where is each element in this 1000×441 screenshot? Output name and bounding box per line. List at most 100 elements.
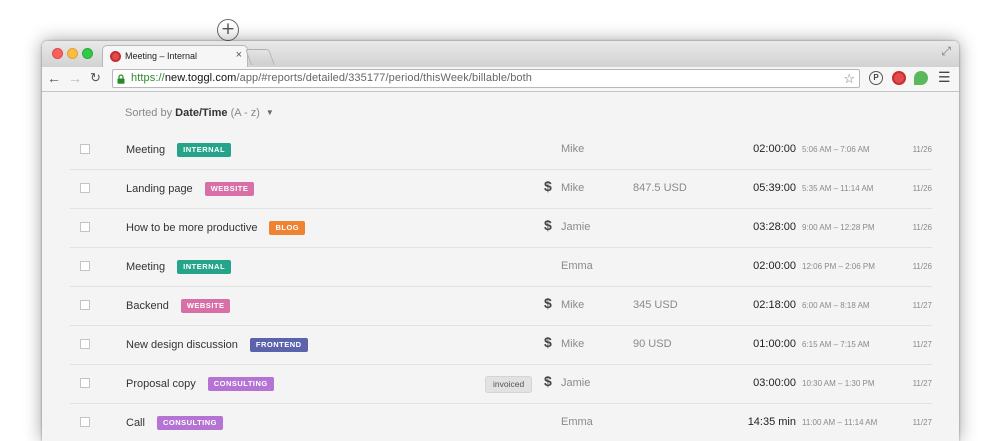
sort-order: (A - z) xyxy=(227,107,260,119)
entry-time-range: 10:30 AM – 1:30 PM xyxy=(802,379,875,388)
sort-prefix: Sorted by xyxy=(125,107,176,119)
project-tag[interactable]: FRONTEND xyxy=(249,338,308,352)
row-checkbox[interactable] xyxy=(80,261,90,271)
window-minimize-button[interactable] xyxy=(67,48,78,59)
project-tag[interactable]: INTERNAL xyxy=(177,143,232,157)
window-maximize-button[interactable] xyxy=(82,48,93,59)
description-text: New design discussion xyxy=(126,339,238,351)
entry-time-range: 5:35 AM – 11:14 AM xyxy=(802,184,874,193)
bookmark-star-icon[interactable]: ☆ xyxy=(843,71,855,87)
entry-time-range: 6:00 AM – 8:18 AM xyxy=(802,301,870,310)
row-checkbox[interactable] xyxy=(80,144,90,154)
entry-user: Emma xyxy=(561,416,593,428)
entry-description[interactable]: Backend WEBSITE xyxy=(126,299,231,313)
address-bar[interactable]: https://new.toggl.com/app/#reports/detai… xyxy=(112,69,860,88)
table-row[interactable]: Landing page WEBSITE $ Mike 847.5 USD 05:39:0… xyxy=(70,169,932,209)
pocket-extension-icon[interactable]: P xyxy=(869,71,883,85)
entry-description[interactable]: New design discussion FRONTEND xyxy=(126,338,308,352)
entry-time-range: 11:00 AM – 11:14 AM xyxy=(802,418,878,427)
entry-description[interactable]: Meeting INTERNAL xyxy=(126,143,232,157)
entry-duration: 14:35 min xyxy=(747,416,796,428)
chevron-down-icon: ▼ xyxy=(265,108,274,117)
tab-close-icon[interactable]: × xyxy=(236,49,242,62)
table-row[interactable]: How to be more productive BLOG $ Jamie 03:28… xyxy=(70,208,932,248)
entry-date: 11/27 xyxy=(912,418,932,427)
table-row[interactable]: Meeting INTERNAL Mike 02:00:00 5:06 AM – 7:0… xyxy=(70,130,932,170)
entry-user: Mike xyxy=(561,143,585,155)
tab-title: Meeting – Internal xyxy=(125,51,198,61)
entry-duration: 02:00:00 xyxy=(753,260,796,272)
toggl-favicon-icon xyxy=(110,51,121,62)
window-close-button[interactable] xyxy=(52,48,63,59)
table-row[interactable]: Backend WEBSITE $ Mike 345 USD 02:18:00 6:00 A… xyxy=(70,286,932,326)
project-tag[interactable]: WEBSITE xyxy=(204,182,255,196)
row-checkbox[interactable] xyxy=(80,417,90,427)
entry-date: 11/26 xyxy=(912,262,932,271)
menu-hamburger-icon[interactable]: ☰ xyxy=(938,69,951,86)
project-tag[interactable]: BLOG xyxy=(269,221,306,235)
fullscreen-icon[interactable]: ⤢ xyxy=(941,44,951,59)
entry-description[interactable]: Call CONSULTING xyxy=(126,416,223,430)
billable-dollar-icon[interactable]: $ xyxy=(544,334,552,350)
billable-dollar-icon[interactable]: $ xyxy=(544,217,552,233)
row-checkbox[interactable] xyxy=(80,300,90,310)
row-checkbox[interactable] xyxy=(80,222,90,232)
reload-icon[interactable]: ↻ xyxy=(90,70,101,86)
entry-user: Mike xyxy=(561,182,585,194)
entry-time-range: 6:15 AM – 7:15 AM xyxy=(802,340,870,349)
entry-amount: 345 USD xyxy=(633,299,678,311)
billable-dollar-icon[interactable]: $ xyxy=(544,373,552,389)
description-text: Landing page xyxy=(126,183,193,195)
entry-description[interactable]: How to be more productive BLOG xyxy=(126,221,306,235)
table-row[interactable]: Call CONSULTING Emma 14:35 min 11:00 AM – 11… xyxy=(70,403,932,441)
entry-date: 11/27 xyxy=(912,340,932,349)
entry-time-range: 12:06 PM – 2:06 PM xyxy=(802,262,875,271)
entry-duration: 02:00:00 xyxy=(753,143,796,155)
row-checkbox[interactable] xyxy=(80,339,90,349)
browser-window: Meeting – Internal × ⤢ ← → ↻ https://new… xyxy=(42,41,959,441)
entry-duration: 02:18:00 xyxy=(753,299,796,311)
evernote-extension-icon[interactable] xyxy=(914,71,928,85)
description-text: Call xyxy=(126,417,145,429)
sort-field: Date/Time xyxy=(175,107,228,119)
entry-date: 11/26 xyxy=(912,145,932,154)
back-arrow-icon[interactable]: ← xyxy=(47,70,61,86)
browser-toolbar: ← → ↻ https://new.toggl.com/app/#reports… xyxy=(42,67,959,92)
row-checkbox[interactable] xyxy=(80,378,90,388)
billable-dollar-icon[interactable]: $ xyxy=(544,295,552,311)
entry-description[interactable]: Meeting INTERNAL xyxy=(126,260,232,274)
new-tab-plus-icon[interactable]: + xyxy=(217,19,239,41)
project-tag[interactable]: CONSULTING xyxy=(156,416,223,430)
browser-tab[interactable]: Meeting – Internal × xyxy=(102,45,248,68)
entry-amount: 847.5 USD xyxy=(633,182,687,194)
entry-description[interactable]: Proposal copy CONSULTING xyxy=(126,377,274,391)
entry-description[interactable]: Landing page WEBSITE xyxy=(126,182,255,196)
project-tag[interactable]: WEBSITE xyxy=(180,299,231,313)
table-row[interactable]: Meeting INTERNAL Emma 02:00:00 12:06 PM – 2:… xyxy=(70,247,932,287)
description-text: Meeting xyxy=(126,261,166,273)
entry-user: Jamie xyxy=(561,377,591,389)
entry-duration: 01:00:00 xyxy=(753,338,796,350)
entry-time-range: 5:06 AM – 7:06 AM xyxy=(802,145,870,154)
forward-arrow-icon[interactable]: → xyxy=(68,70,82,86)
tab-bar: Meeting – Internal × ⤢ xyxy=(42,41,959,68)
table-row[interactable]: New design discussion FRONTEND $ Mike 90 USD… xyxy=(70,325,932,365)
toggl-extension-icon[interactable] xyxy=(892,71,906,85)
project-tag[interactable]: CONSULTING xyxy=(207,377,274,391)
entry-date: 11/27 xyxy=(912,301,932,310)
billable-dollar-icon[interactable]: $ xyxy=(544,178,552,194)
entry-duration: 03:00:00 xyxy=(753,377,796,389)
project-tag[interactable]: INTERNAL xyxy=(177,260,232,274)
sort-dropdown[interactable]: Sorted by Date/Time (A - z) ▼ xyxy=(125,107,274,119)
row-checkbox[interactable] xyxy=(80,183,90,193)
url-text: https://new.toggl.com/app/#reports/detai… xyxy=(131,72,533,84)
entry-user: Emma xyxy=(561,260,593,272)
entry-user: Mike xyxy=(561,299,585,311)
description-text: Meeting xyxy=(126,144,166,156)
report-content: Sorted by Date/Time (A - z) ▼ Meeting INTE… xyxy=(42,92,959,441)
entry-duration: 05:39:00 xyxy=(753,182,796,194)
table-row[interactable]: Proposal copy CONSULTING invoiced $ Jamie 03:… xyxy=(70,364,932,404)
entry-time-range: 9:00 AM – 12:28 PM xyxy=(802,223,875,232)
description-text: Proposal copy xyxy=(126,378,196,390)
new-tab-button[interactable] xyxy=(245,49,275,65)
